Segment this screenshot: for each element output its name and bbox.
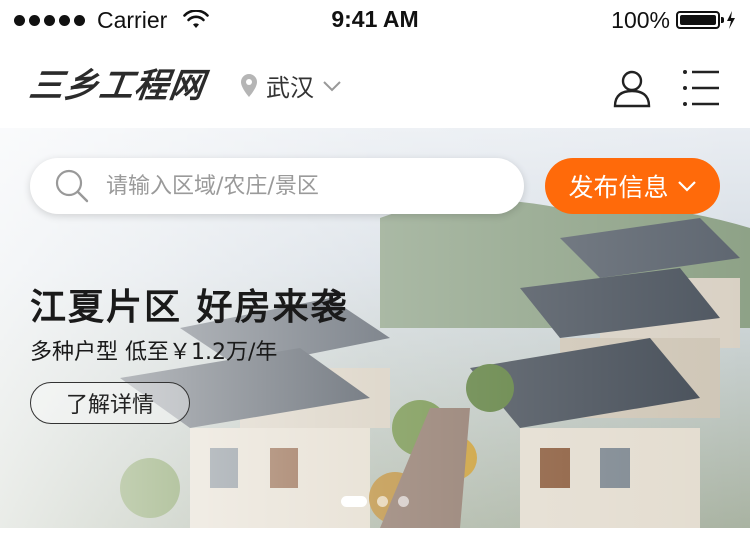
hero-banner[interactable]: 发布信息 江夏片区 好房来袭 多种户型 低至￥1.2万/年 了解详情	[0, 128, 750, 528]
carousel-dot[interactable]	[377, 496, 388, 507]
banner-subline: 多种户型 低至￥1.2万/年	[30, 340, 278, 365]
site-logo[interactable]: 三乡工程网	[27, 58, 209, 107]
charging-icon	[727, 11, 735, 29]
header-actions	[612, 68, 720, 108]
search-icon	[55, 169, 89, 203]
publish-button[interactable]: 发布信息	[545, 158, 720, 214]
carousel-dot[interactable]	[398, 496, 409, 507]
search-input[interactable]	[104, 172, 488, 200]
publish-label: 发布信息	[568, 173, 669, 202]
banner-headline: 江夏片区 好房来袭	[30, 287, 349, 328]
status-right: 100%	[611, 6, 736, 34]
chevron-down-icon	[323, 80, 341, 91]
status-bar: Carrier 9:41 AM 100%	[0, 0, 750, 40]
city-name: 武汉	[266, 74, 314, 102]
bottom-strip	[0, 528, 750, 559]
learn-more-button[interactable]: 了解详情	[30, 382, 190, 424]
chevron-down-icon	[677, 181, 696, 192]
carousel-indicator	[0, 496, 750, 507]
city-selector[interactable]: 武汉	[240, 68, 342, 103]
search-bar[interactable]	[30, 158, 524, 214]
user-icon[interactable]	[612, 68, 652, 108]
battery-icon	[676, 11, 724, 29]
carousel-dot[interactable]	[341, 496, 367, 507]
menu-icon[interactable]	[682, 68, 720, 108]
app-header: 三乡工程网 武汉	[0, 40, 750, 128]
battery-percent: 100%	[611, 6, 670, 33]
location-pin-icon	[241, 73, 257, 97]
